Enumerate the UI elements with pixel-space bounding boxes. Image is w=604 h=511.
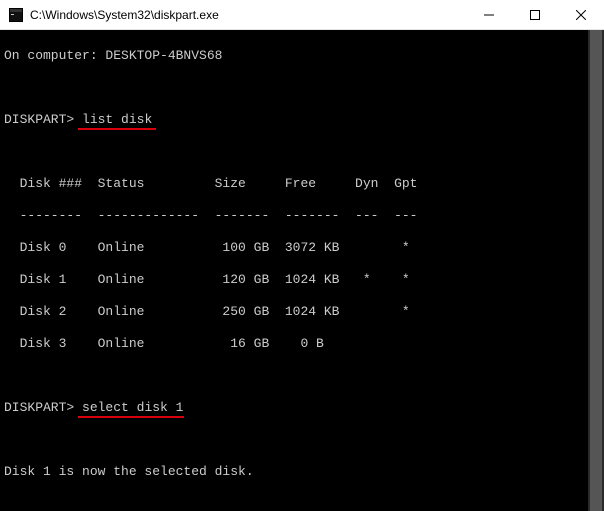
table-row: Disk 2 Online 250 GB 1024 KB * <box>4 304 600 320</box>
window-titlebar: C:\Windows\System32\diskpart.exe <box>0 0 604 30</box>
minimize-button[interactable] <box>466 0 512 30</box>
scrollbar-thumb[interactable] <box>590 30 602 511</box>
msg-selected: Disk 1 is now the selected disk. <box>4 464 600 480</box>
close-button[interactable] <box>558 0 604 30</box>
app-icon <box>8 7 24 23</box>
terminal-output[interactable]: On computer: DESKTOP-4BNVS68 DISKPART> l… <box>0 30 604 511</box>
computer-line: On computer: DESKTOP-4BNVS68 <box>4 48 600 64</box>
maximize-button[interactable] <box>512 0 558 30</box>
highlight-underline <box>78 128 156 130</box>
prompt: DISKPART> <box>4 112 74 127</box>
scrollbar[interactable] <box>588 30 604 511</box>
table-header: Disk ### Status Size Free Dyn Gpt <box>4 176 600 192</box>
cmd-list-disk: list disk <box>82 112 152 128</box>
highlight-underline <box>78 416 184 418</box>
table-row: Disk 0 Online 100 GB 3072 KB * <box>4 240 600 256</box>
table-row: Disk 1 Online 120 GB 1024 KB * * <box>4 272 600 288</box>
table-row: Disk 3 Online 16 GB 0 B <box>4 336 600 352</box>
cmd-select-disk: select disk 1 <box>82 400 183 416</box>
table-divider: -------- ------------- ------- ------- -… <box>4 208 600 224</box>
window-controls <box>466 0 604 30</box>
window-title: C:\Windows\System32\diskpart.exe <box>30 8 466 22</box>
prompt: DISKPART> <box>4 400 74 415</box>
